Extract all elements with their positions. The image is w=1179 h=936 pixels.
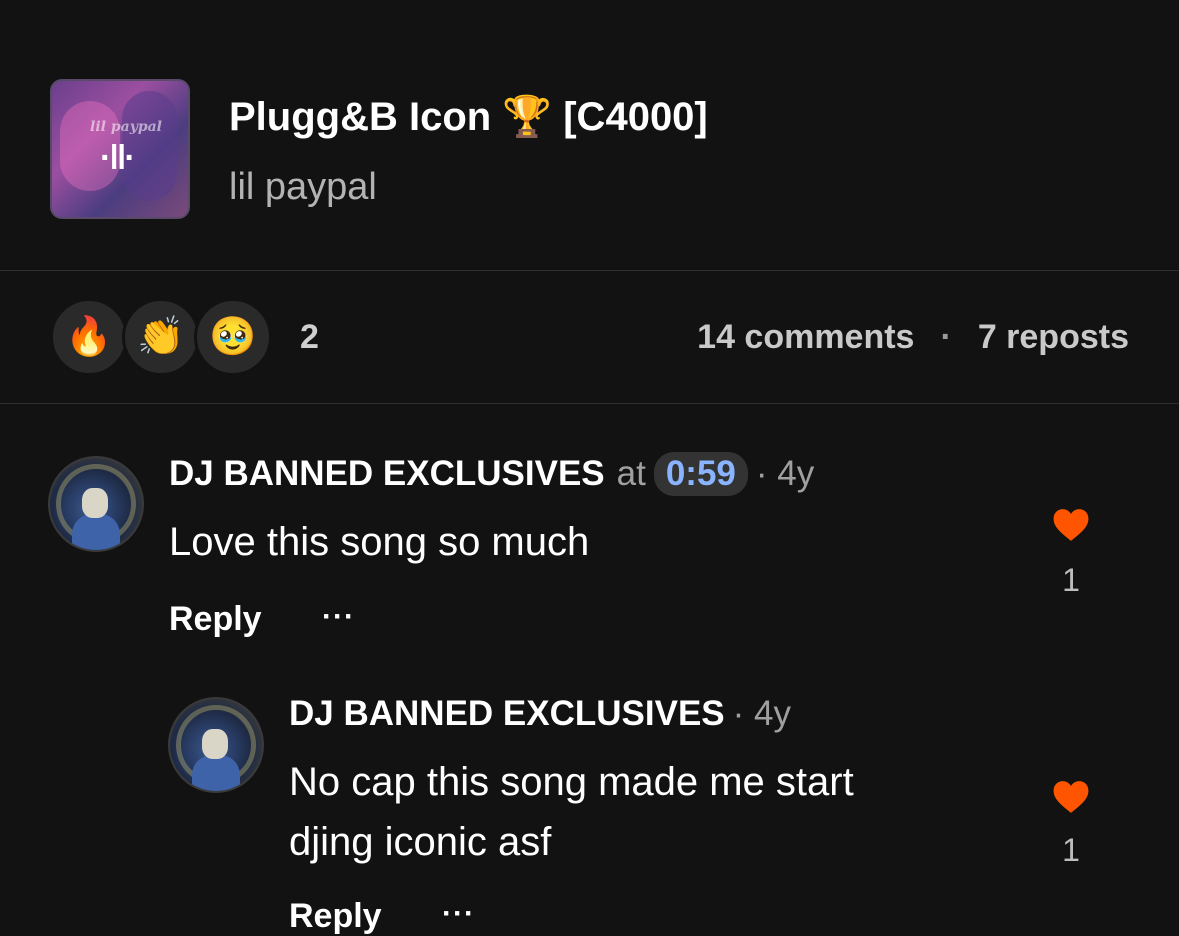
stats-separator: ·: [940, 318, 952, 356]
reposts-count[interactable]: 7 reposts: [978, 318, 1129, 356]
reaction-count[interactable]: 2: [300, 318, 319, 357]
comment-username[interactable]: DJ BANNED EXCLUSIVES: [169, 454, 605, 493]
comments-count[interactable]: 14 comments: [697, 318, 914, 356]
like-count: 1: [1062, 832, 1080, 868]
comment-text-line-2: djing iconic asf: [289, 820, 552, 864]
track-artwork[interactable]: lil paypal ·ǀǀ·: [50, 79, 190, 219]
comment-text-line-1: No cap this song made me start: [289, 760, 854, 804]
teary-face-emoji-icon: 🥹: [209, 316, 257, 358]
heart-icon[interactable]: [1052, 779, 1090, 815]
reaction-fire[interactable]: 🔥: [50, 298, 128, 376]
comment-header: DJ BANNED EXCLUSIVES · 4y: [289, 694, 791, 734]
reaction-teary[interactable]: 🥹: [194, 298, 272, 376]
comment-username[interactable]: DJ BANNED EXCLUSIVES: [289, 694, 725, 733]
artwork-text: lil paypal: [90, 119, 163, 135]
fire-emoji-icon: 🔥: [65, 316, 113, 358]
comment-timestamp[interactable]: 0:59: [653, 452, 748, 496]
track-artist[interactable]: lil paypal: [229, 166, 377, 209]
comment-age: · 4y: [755, 454, 815, 493]
like-count: 1: [1062, 562, 1080, 598]
avatar[interactable]: [48, 456, 144, 552]
track-stats: 14 comments · 7 reposts: [697, 318, 1129, 357]
track-title[interactable]: Plugg&B Icon 🏆 [C4000]: [229, 93, 708, 140]
waveform-icon: ·ǀǀ·: [100, 139, 136, 177]
comment-at-label: at: [616, 454, 646, 493]
clap-emoji-icon: 👏: [137, 316, 185, 358]
reply-button[interactable]: Reply: [169, 600, 262, 639]
more-options-button[interactable]: ···: [322, 600, 355, 634]
reply-button[interactable]: Reply: [289, 897, 382, 936]
comment-age: · 4y: [732, 694, 791, 733]
comment-text: Love this song so much: [169, 520, 590, 564]
comment-header: DJ BANNED EXCLUSIVES at 0:59 · 4y: [169, 452, 814, 496]
divider: [0, 270, 1179, 271]
heart-icon[interactable]: [1052, 507, 1090, 543]
divider: [0, 403, 1179, 404]
reaction-clap[interactable]: 👏: [122, 298, 200, 376]
avatar[interactable]: [168, 697, 264, 793]
